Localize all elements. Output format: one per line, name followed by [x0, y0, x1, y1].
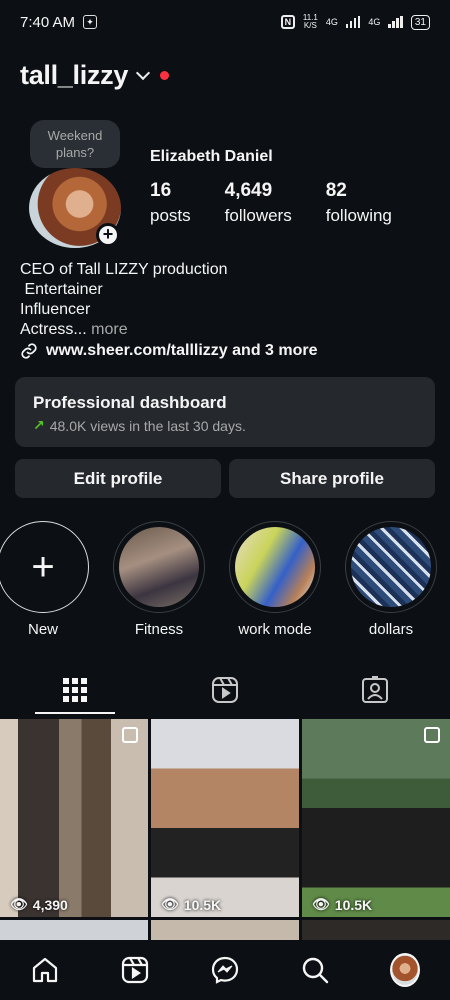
reels-icon	[212, 677, 238, 703]
tab-grid[interactable]	[0, 662, 150, 718]
add-story-icon[interactable]: +	[96, 223, 120, 247]
reels-nav-icon[interactable]	[120, 955, 150, 985]
profile-header[interactable]: tall_lizzy	[20, 60, 170, 91]
post-views: 10.5K	[183, 896, 222, 913]
network-type-1: 4G	[325, 17, 338, 27]
highlight-thumbnail	[235, 527, 315, 607]
post-views: 10.5K	[334, 896, 373, 913]
plus-icon[interactable]: +	[0, 521, 89, 613]
full-name: Elizabeth Daniel	[150, 148, 273, 165]
profile-avatar-nav[interactable]	[390, 953, 420, 987]
post-thumbnail[interactable]	[0, 920, 148, 940]
post-thumbnail[interactable]	[302, 920, 450, 940]
chevron-down-icon[interactable]	[135, 65, 151, 80]
highlight-thumbnail	[119, 527, 199, 607]
username[interactable]: tall_lizzy	[20, 60, 128, 91]
signal-icon	[345, 16, 361, 28]
network-speed: 11.1 K/S	[302, 13, 318, 30]
post-thumbnail[interactable]: 👁 4,390	[0, 719, 148, 917]
messenger-icon[interactable]	[210, 955, 240, 985]
highlight-fitness[interactable]: Fitness	[112, 521, 206, 638]
home-icon[interactable]	[30, 955, 60, 985]
post-thumbnail[interactable]: 👁 10.5K	[302, 719, 450, 917]
trend-up-icon: ↗	[33, 417, 45, 433]
tagged-icon	[362, 676, 388, 703]
bio-line: Entertainer	[20, 281, 103, 298]
bio-link-text: www.sheer.com/talllizzy and 3 more	[46, 342, 318, 359]
profile-tabs	[0, 662, 450, 718]
highlight-thumbnail	[351, 527, 431, 607]
note-bubble[interactable]: Weekend plans?	[30, 120, 120, 168]
professional-dashboard[interactable]: Professional dashboard ↗ 48.0K views in t…	[15, 377, 435, 447]
views-eye-icon: 👁	[10, 896, 28, 912]
tab-reels[interactable]	[150, 662, 300, 718]
dashboard-title: Professional dashboard	[33, 393, 227, 412]
grid-icon	[63, 678, 87, 702]
network-type-2: 4G	[368, 17, 381, 27]
views-eye-icon: 👁	[161, 896, 179, 912]
notification-icon: ✦	[83, 15, 98, 29]
status-time: 7:40 AM	[20, 13, 76, 31]
post-thumbnail[interactable]	[151, 920, 299, 940]
signal-icon-2	[388, 16, 403, 28]
dashboard-subtitle: 48.0K views in the last 30 days.	[49, 417, 246, 434]
avatar	[390, 953, 420, 987]
post-thumbnail[interactable]: 👁 10.5K	[151, 719, 299, 917]
battery-icon: 31	[410, 14, 430, 30]
bio-line: Actress...	[20, 321, 87, 338]
multi-photo-icon	[122, 727, 138, 743]
stat-followers[interactable]: 4,649 followers	[225, 180, 292, 226]
bio-more-link[interactable]: more	[91, 321, 127, 338]
edit-profile-button[interactable]: Edit profile	[15, 459, 221, 498]
views-eye-icon: 👁	[312, 896, 330, 912]
tab-tagged[interactable]	[300, 662, 450, 718]
share-profile-button[interactable]: Share profile	[229, 459, 435, 498]
highlight-work-mode[interactable]: work mode	[228, 521, 322, 638]
active-tab-indicator	[35, 712, 115, 714]
bottom-nav	[0, 940, 450, 1000]
nfc-icon: N	[280, 15, 295, 29]
search-icon[interactable]	[300, 955, 330, 985]
bio-link[interactable]: www.sheer.com/talllizzy and 3 more	[20, 342, 318, 360]
post-views: 4,390	[32, 896, 68, 913]
bio-line: CEO of Tall LIZZY production	[20, 261, 228, 278]
notification-dot	[160, 71, 170, 80]
profile-stats: 16 posts 4,649 followers 82 following	[150, 180, 392, 226]
highlight-new[interactable]: + New	[0, 521, 90, 638]
multi-photo-icon	[424, 727, 440, 743]
link-icon	[21, 343, 37, 359]
status-bar: 7:40 AM ✦ N 11.1 K/S 4G 4G 31	[0, 0, 450, 44]
stat-posts[interactable]: 16 posts	[150, 180, 191, 226]
stat-following[interactable]: 82 following	[326, 180, 392, 226]
bio-line: Influencer	[20, 301, 91, 318]
bio: CEO of Tall LIZZY production Entertainer…	[20, 260, 228, 340]
highlight-dollars[interactable]: dollars	[344, 521, 438, 638]
